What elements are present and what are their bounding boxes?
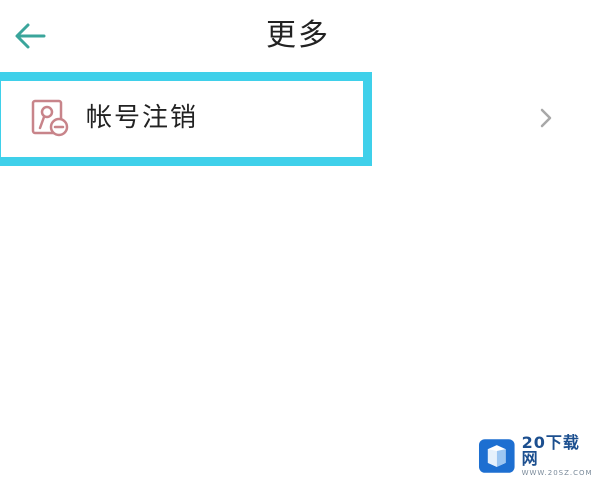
box-logo-icon bbox=[478, 439, 515, 473]
menu-item-label: 帐号注销 bbox=[86, 103, 199, 133]
screen: 更多 帐号注销 20下载网 WWW.20SZ.COM bbox=[0, 0, 596, 494]
header-bar: 更多 bbox=[0, 0, 596, 72]
account-cancel-icon bbox=[31, 99, 69, 137]
watermark-name: 20下载网 bbox=[521, 433, 580, 468]
chevron-right-icon bbox=[540, 108, 552, 128]
watermark-text: 20下载网 WWW.20SZ.COM bbox=[522, 435, 596, 477]
menu-item-account-cancellation[interactable]: 帐号注销 bbox=[0, 72, 596, 166]
site-watermark: 20下载网 WWW.20SZ.COM bbox=[478, 435, 596, 477]
watermark-url: WWW.20SZ.COM bbox=[521, 469, 593, 477]
page-title: 更多 bbox=[266, 18, 330, 53]
